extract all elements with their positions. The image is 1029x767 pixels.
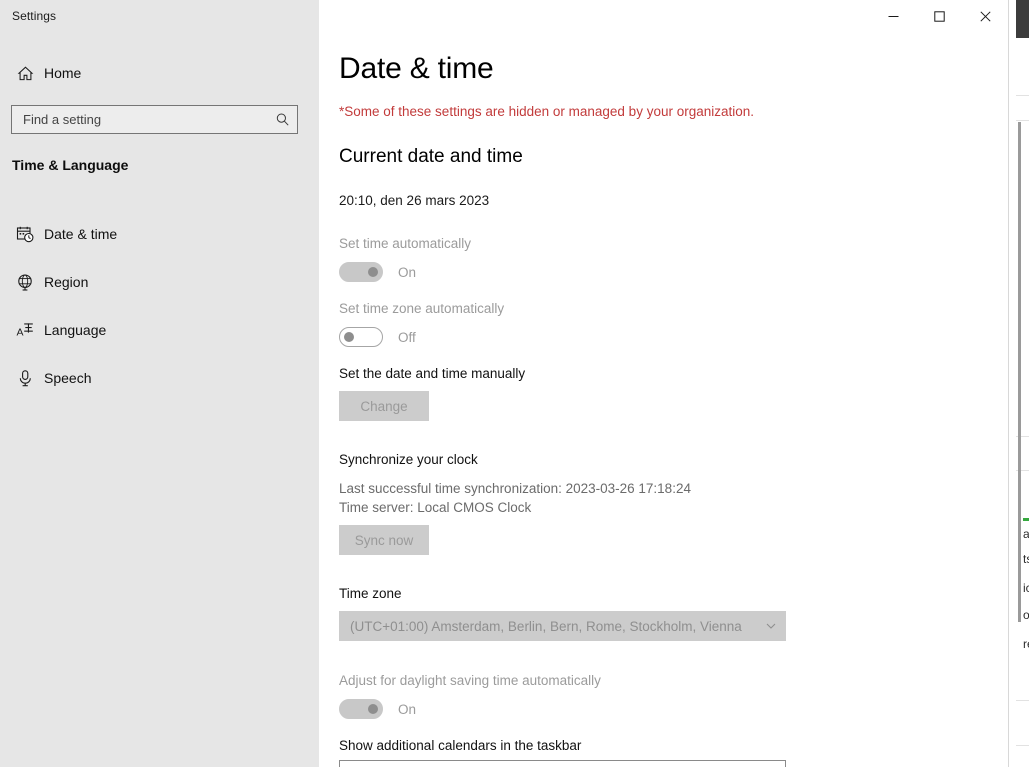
background-window-divider [1016, 120, 1029, 121]
sidebar-nav-list: Date & time Region A Language Speech [0, 210, 319, 402]
sidebar-item-label: Region [44, 274, 89, 290]
last-sync-text: Last successful time synchronization: 20… [339, 481, 691, 496]
settings-app-window: a ts ic or re Home [0, 0, 1029, 767]
background-text-fragment: ic [1023, 581, 1029, 595]
language-icon: A [10, 321, 40, 340]
background-window-divider [1016, 745, 1029, 746]
search-box[interactable] [11, 105, 298, 134]
set-manually-label: Set the date and time manually [339, 366, 526, 381]
maximize-button[interactable] [916, 0, 962, 32]
set-timezone-automatically-row[interactable]: Off [339, 327, 416, 347]
set-timezone-automatically-state: Off [398, 329, 416, 345]
daylight-saving-state: On [398, 701, 417, 717]
set-time-automatically-state: On [398, 264, 417, 280]
timezone-label: Time zone [339, 586, 402, 601]
background-window-divider [1016, 95, 1029, 96]
page-title: Date & time [339, 52, 494, 85]
sidebar-section-title: Time & Language [12, 157, 129, 173]
settings-window: Home Time & Language [0, 0, 1008, 767]
sidebar: Home Time & Language [0, 0, 319, 767]
sidebar-item-label: Language [44, 322, 107, 338]
synchronize-heading: Synchronize your clock [339, 452, 478, 467]
timezone-selected-value: (UTC+01:00) Amsterdam, Berlin, Bern, Rom… [350, 618, 742, 634]
set-time-automatically-toggle[interactable] [339, 262, 383, 282]
close-icon [979, 10, 991, 22]
window-title: Settings [12, 9, 57, 23]
sidebar-item-region[interactable]: Region [0, 258, 319, 306]
time-server-text: Time server: Local CMOS Clock [339, 500, 532, 515]
sidebar-item-language[interactable]: A Language [0, 306, 319, 354]
sidebar-item-label: Home [44, 65, 82, 81]
background-window-divider [1016, 700, 1029, 701]
sidebar-item-speech[interactable]: Speech [0, 354, 319, 402]
toggle-knob [344, 332, 354, 342]
home-icon [10, 65, 40, 82]
calendar-clock-icon [10, 225, 40, 244]
organization-managed-warning: *Some of these settings are hidden or ma… [339, 104, 755, 119]
background-window-status-bar [1023, 518, 1029, 521]
background-text-fragment: ts [1023, 552, 1029, 566]
search-icon[interactable] [267, 112, 297, 127]
set-time-automatically-label: Set time automatically [339, 236, 472, 251]
minimize-button[interactable] [870, 0, 916, 32]
svg-text:A: A [16, 326, 23, 338]
background-window-header [1016, 0, 1029, 38]
set-timezone-automatically-toggle[interactable] [339, 327, 383, 347]
background-text-fragment: re [1023, 637, 1029, 651]
sidebar-item-label: Speech [44, 370, 92, 386]
sidebar-item-home[interactable]: Home [0, 58, 319, 88]
background-window-scrollbar[interactable] [1018, 122, 1021, 622]
minimize-icon [888, 15, 898, 17]
microphone-icon [10, 369, 40, 388]
daylight-saving-label: Adjust for daylight saving time automati… [339, 673, 601, 688]
close-button[interactable] [962, 0, 1008, 32]
globe-icon [10, 273, 40, 292]
sync-now-button[interactable]: Sync now [339, 525, 429, 555]
set-time-automatically-row[interactable]: On [339, 262, 416, 282]
additional-calendars-label: Show additional calendars in the taskbar [339, 738, 582, 753]
toggle-knob [368, 704, 378, 714]
daylight-saving-toggle[interactable] [339, 699, 383, 719]
sidebar-item-label: Date & time [44, 226, 118, 242]
toggle-knob [368, 267, 378, 277]
main-content: Date & time *Some of these settings are … [319, 0, 1008, 767]
change-button[interactable]: Change [339, 391, 429, 421]
maximize-icon [933, 10, 945, 22]
search-input[interactable] [12, 106, 267, 133]
chevron-down-icon [756, 620, 786, 632]
additional-calendars-dropdown[interactable] [339, 760, 786, 767]
timezone-dropdown[interactable]: (UTC+01:00) Amsterdam, Berlin, Bern, Rom… [339, 611, 786, 641]
set-timezone-automatically-label: Set time zone automatically [339, 301, 505, 316]
window-controls [870, 0, 1008, 32]
current-date-time-heading: Current date and time [339, 146, 523, 167]
title-bar: Settings [0, 0, 1008, 32]
daylight-saving-row[interactable]: On [339, 699, 416, 719]
sidebar-item-date-time[interactable]: Date & time [0, 210, 319, 258]
background-text-fragment: a [1023, 527, 1029, 541]
background-window-sliver: a ts ic or re [1008, 0, 1029, 767]
current-date-time-value: 20:10, den 26 mars 2023 [339, 193, 490, 208]
background-text-fragment: or [1023, 608, 1029, 622]
